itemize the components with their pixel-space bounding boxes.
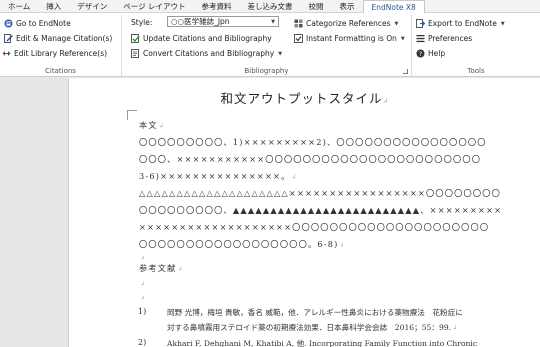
reference-1-line-1: 岡野 光博，梅垣 貴敏，香名 威範，他．アレルギー性鼻炎における薬物療法 花粉症… (167, 308, 463, 317)
title-return-mark: ↲ (382, 97, 390, 105)
document-title-line: 和文アウトプットスタイル↲ (69, 88, 540, 107)
go-to-endnote-label: Go to EndNote (16, 19, 71, 28)
body-line-5: 〇〇〇〇〇〇〇〇〇、▲▲▲▲▲▲▲▲▲▲▲▲▲▲▲▲▲▲▲▲▲▲▲▲▲、××××… (139, 205, 503, 215)
empty-line-1: ↲ (140, 255, 146, 262)
citations-group-label: Citations (45, 67, 76, 75)
convert-chevron-down-icon: ▼ (278, 50, 283, 57)
convert-citations-button[interactable]: Convert Citations and Bibliography ▼ (131, 48, 282, 59)
tab-home[interactable]: ホーム (0, 0, 38, 12)
citations-group: Go to EndNote Edit & Manage Citation(s) … (0, 15, 122, 76)
reference-2-line-1: Akhari F, Dehghani M, Khatibi A, 他. Inco… (167, 339, 478, 347)
style-dropdown[interactable]: ○○医学雑誌_Jpn ▼ (167, 16, 279, 27)
go-to-endnote-button[interactable]: Go to EndNote (4, 18, 71, 29)
tab-page-layout[interactable]: ページ レイアウト (115, 0, 193, 12)
update-icon (131, 34, 140, 43)
help-button[interactable]: ? Help (416, 48, 445, 59)
body-heading: 本文↲ (139, 120, 164, 130)
tab-endnote[interactable]: EndNote X8 (362, 0, 425, 14)
tab-references[interactable]: 参考資料 (194, 0, 240, 12)
document-area: 和文アウトプットスタイル↲ 本文↲ 〇〇〇〇〇〇〇〇〇、1)×××××××××2… (0, 78, 540, 347)
export-chevron-down-icon: ▼ (500, 20, 505, 27)
categorize-chevron-down-icon: ▼ (394, 20, 399, 27)
reference-1-line-2: 対する鼻噴霧用ステロイド薬の初期療法効果．日本鼻科学会会誌 2016；55：99… (167, 323, 458, 332)
body-line-3: 3-6)×××××××××××××××。↲ (139, 171, 297, 181)
convert-label: Convert Citations and Bibliography (143, 49, 275, 58)
body-line-6: ×××××××××××××××××××〇〇〇〇〇〇〇〇〇〇〇〇〇〇〇〇〇〇〇〇〇 (139, 222, 490, 232)
body-line-4: △△△△△△△△△△△△△△△△△△△△×××××××××××××××××〇〇〇… (139, 188, 502, 198)
export-label: Export to EndNote (428, 19, 497, 28)
update-label: Update Citations and Bibliography (143, 34, 272, 43)
reference-2-number: 2) (138, 338, 147, 347)
body-line-2: 〇〇〇、×××××××××××〇〇〇〇〇〇〇〇〇〇〇〇〇〇〇〇〇〇〇〇〇〇〇 (139, 154, 482, 164)
tools-group-label: Tools (467, 67, 485, 75)
ribbon: Go to EndNote Edit & Manage Citation(s) … (0, 13, 540, 77)
categorize-label: Categorize References (306, 19, 391, 28)
update-citations-button[interactable]: Update Citations and Bibliography (131, 33, 272, 44)
preferences-icon (416, 34, 425, 43)
edit-library-label: Edit Library Reference(s) (14, 49, 108, 58)
instant-formatting-button[interactable]: Instant Formatting is On ▼ (294, 33, 405, 44)
edit-citation-icon (4, 34, 14, 43)
preferences-button[interactable]: Preferences (416, 33, 472, 44)
tab-mailings[interactable]: 差し込み文書 (240, 0, 301, 12)
tab-insert[interactable]: 挿入 (38, 0, 69, 12)
help-icon: ? (416, 49, 425, 58)
export-to-endnote-button[interactable]: Export to EndNote ▼ (416, 18, 505, 29)
references-heading: 参考文献↲ (139, 263, 183, 273)
bibliography-group-label: Bibliography (244, 67, 289, 75)
document-title: 和文アウトプットスタイル (220, 91, 383, 106)
edit-manage-citations-button[interactable]: Edit & Manage Citation(s) (4, 33, 112, 44)
edit-library-icon (2, 49, 11, 58)
style-label: Style: (131, 18, 153, 27)
svg-text:?: ? (419, 50, 422, 58)
convert-icon (131, 49, 140, 58)
help-label: Help (428, 49, 446, 58)
instant-formatting-chevron-down-icon: ▼ (400, 35, 405, 42)
instant-formatting-label: Instant Formatting is On (306, 34, 397, 43)
empty-line-2: ↲ (140, 281, 146, 288)
tools-group: Export to EndNote ▼ Preferences ? Help T… (412, 15, 540, 76)
tab-view[interactable]: 表示 (332, 0, 363, 12)
word-window: ホーム 挿入 デザイン ページ レイアウト 参考資料 差し込み文書 校閲 表示 … (0, 0, 540, 347)
tab-review[interactable]: 校閲 (301, 0, 332, 12)
export-icon (416, 19, 426, 28)
reference-1-number: 1) (138, 307, 147, 316)
categorize-references-button[interactable]: Categorize References ▼ (294, 18, 398, 29)
bibliography-dialog-launcher-icon[interactable] (403, 69, 408, 74)
body-line-7: 〇〇〇〇〇〇〇〇〇〇〇〇〇〇〇〇〇〇。6-8)↲ (139, 239, 345, 249)
chevron-down-icon: ▼ (271, 18, 275, 25)
tab-design[interactable]: デザイン (69, 0, 115, 12)
document-page[interactable]: 和文アウトプットスタイル↲ 本文↲ 〇〇〇〇〇〇〇〇〇、1)×××××××××2… (68, 78, 540, 347)
edit-library-reference-button[interactable]: Edit Library Reference(s) (2, 48, 107, 59)
edit-manage-label: Edit & Manage Citation(s) (16, 34, 113, 43)
body-line-1: 〇〇〇〇〇〇〇〇〇、1)×××××××××2)、〇〇〇〇〇〇〇〇〇〇〇〇〇〇〇〇 (139, 137, 487, 147)
empty-line-3: ↲ (140, 295, 146, 302)
instant-formatting-icon (294, 34, 303, 43)
preferences-label: Preferences (428, 34, 473, 43)
style-value: ○○医学雑誌_Jpn (171, 17, 230, 26)
categorize-icon (294, 19, 303, 28)
endnote-icon (4, 19, 13, 28)
ribbon-tab-bar: ホーム 挿入 デザイン ページ レイアウト 参考資料 差し込み文書 校閲 表示 … (0, 0, 540, 14)
bibliography-group: Style: ○○医学雑誌_Jpn ▼ Update Citations and… (122, 15, 412, 76)
margin-corner-top (127, 110, 137, 120)
